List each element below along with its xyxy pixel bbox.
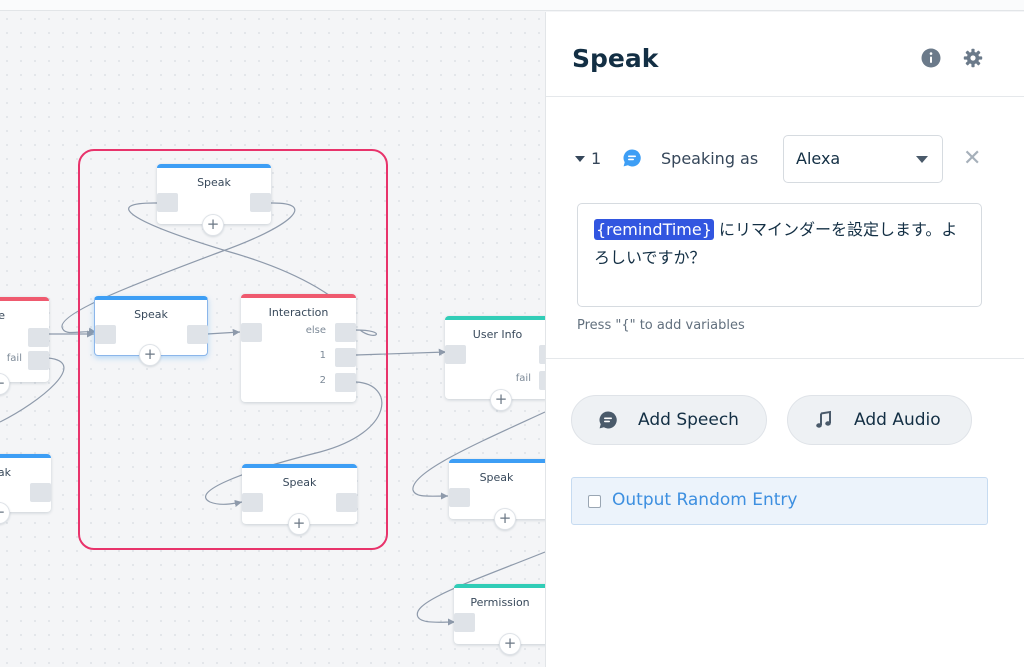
add-step-button[interactable]: + xyxy=(139,344,161,366)
block-title: e xyxy=(0,309,5,322)
header-divider xyxy=(546,96,1024,97)
speaking-as-label: Speaking as xyxy=(661,149,759,168)
add-step-button[interactable]: + xyxy=(288,513,310,535)
chevron-down-icon xyxy=(916,156,928,163)
output-random-entry-option[interactable]: Output Random Entry xyxy=(571,477,988,525)
speech-text-input[interactable]: {remindTime} にリマインダーを設定します。よろしいですか？ xyxy=(577,203,982,307)
output-port[interactable] xyxy=(336,493,357,512)
add-speech-label: Add Speech xyxy=(638,410,739,430)
input-port[interactable] xyxy=(241,323,262,342)
block-title: Speak xyxy=(479,471,514,484)
output-random-label[interactable]: Output Random Entry xyxy=(612,490,797,510)
port-label-1: 1 xyxy=(319,350,326,361)
top-bar xyxy=(0,0,1024,11)
output-port[interactable] xyxy=(187,325,208,344)
flow-block-interaction[interactable]: Interaction else 1 2 xyxy=(241,294,356,402)
variable-chip[interactable]: {remindTime} xyxy=(594,219,714,240)
input-port[interactable] xyxy=(95,325,116,344)
input-port[interactable] xyxy=(449,488,470,507)
input-port[interactable] xyxy=(445,345,466,364)
port-label-fail: fail xyxy=(6,353,22,364)
block-title: Interaction xyxy=(268,306,329,319)
flow-canvas[interactable]: e fail + ak + Speak + Speak + Interactio… xyxy=(0,12,545,667)
flow-block-edge-bottom[interactable]: ak xyxy=(0,454,51,512)
add-step-button[interactable]: + xyxy=(494,508,516,530)
voice-select-value: Alexa xyxy=(796,149,841,168)
step-index: 1 xyxy=(591,149,602,168)
close-icon[interactable]: ✕ xyxy=(963,148,981,170)
add-step-button[interactable]: + xyxy=(499,633,521,655)
block-title: User Info xyxy=(472,328,523,341)
add-audio-button[interactable]: Add Audio xyxy=(787,395,972,445)
add-audio-label: Add Audio xyxy=(854,410,941,430)
block-title: ak xyxy=(0,466,11,479)
block-title: Permission xyxy=(470,596,530,609)
flow-block-user-info[interactable]: User Info fail xyxy=(445,316,545,399)
block-title: Speak xyxy=(197,176,231,189)
speech-bubble-icon xyxy=(599,411,617,429)
variable-hint: Press "{" to add variables xyxy=(577,318,745,333)
gear-icon[interactable] xyxy=(963,48,983,68)
properties-panel: Speak 1 Speaking as Alexa ✕ {remindTime}… xyxy=(545,12,1024,667)
output-port-fail[interactable] xyxy=(28,351,49,370)
music-note-icon xyxy=(816,410,831,428)
output-port[interactable] xyxy=(250,193,271,212)
port-label-fail: fail xyxy=(515,373,531,384)
block-title: Speak xyxy=(282,476,317,489)
block-title: Speak xyxy=(134,308,168,321)
output-port-else[interactable] xyxy=(335,323,356,342)
port-label-2: 2 xyxy=(319,375,326,386)
input-port[interactable] xyxy=(242,493,263,512)
input-port[interactable] xyxy=(157,193,178,212)
flow-block-edge-top[interactable]: e fail xyxy=(0,297,49,382)
input-port[interactable] xyxy=(454,613,475,632)
add-step-button[interactable]: + xyxy=(202,214,224,236)
section-divider xyxy=(546,358,1024,359)
output-port[interactable] xyxy=(30,483,51,502)
output-port-2[interactable] xyxy=(335,373,356,392)
speech-bubble-icon xyxy=(623,149,641,167)
voice-select[interactable]: Alexa xyxy=(783,135,943,183)
output-random-checkbox[interactable] xyxy=(588,495,601,508)
add-step-button[interactable]: + xyxy=(490,389,512,411)
flow-block-permission[interactable]: Permission xyxy=(454,584,545,644)
output-port[interactable] xyxy=(28,328,49,347)
info-icon[interactable] xyxy=(921,48,941,68)
port-label-else: else xyxy=(305,325,326,336)
collapse-caret-icon[interactable] xyxy=(575,156,585,162)
add-speech-button[interactable]: Add Speech xyxy=(571,395,767,445)
output-port-1[interactable] xyxy=(335,348,356,367)
panel-title: Speak xyxy=(572,44,659,73)
